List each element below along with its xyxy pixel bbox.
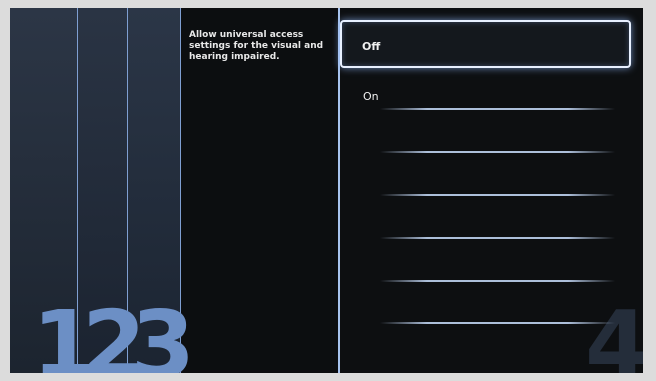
empty-option-slot-divider <box>380 280 615 282</box>
column-number-4: 4 <box>584 291 643 374</box>
empty-option-slot-divider <box>380 322 615 324</box>
option-off-selected-highlight[interactable] <box>340 20 631 68</box>
tv-menu-screen: 1 2 3 4 Allow universal access settings … <box>10 8 643 373</box>
empty-option-slot-divider <box>380 237 615 239</box>
empty-option-slot-divider <box>380 151 615 153</box>
option-off[interactable]: Off <box>362 40 380 53</box>
empty-option-slot-divider <box>380 194 615 196</box>
empty-option-slot-divider <box>380 108 615 110</box>
setting-description: Allow universal access settings for the … <box>189 30 324 62</box>
column-number-3: 3 <box>131 291 195 374</box>
option-on[interactable]: On <box>363 90 379 103</box>
